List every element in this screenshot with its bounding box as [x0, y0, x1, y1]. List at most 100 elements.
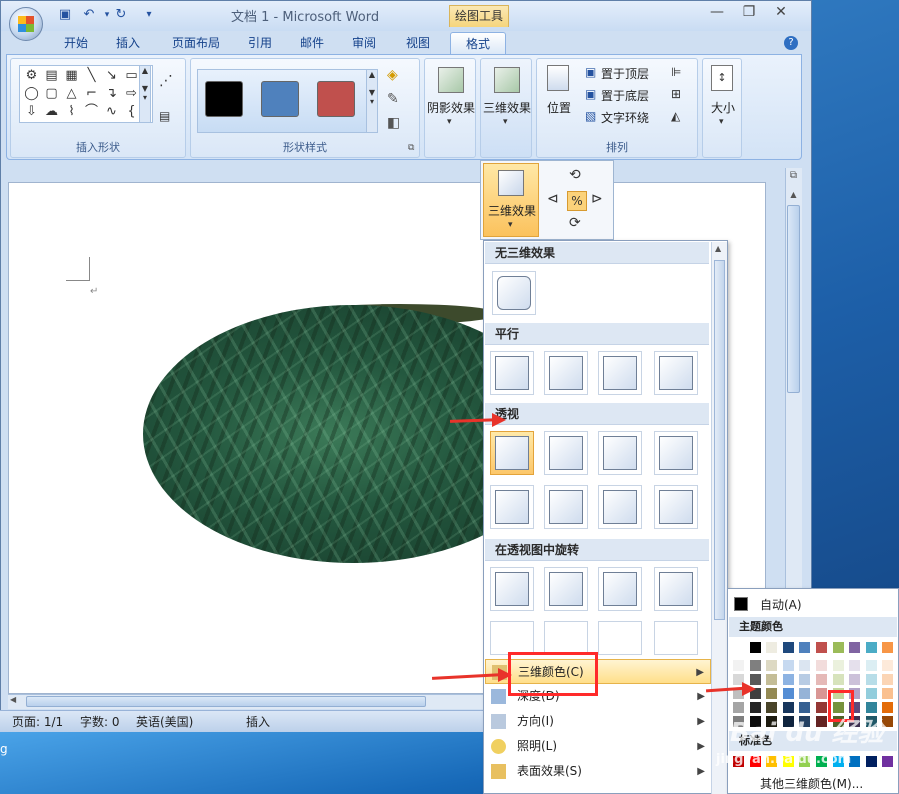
customize-qat-icon[interactable]: ▾ [141, 7, 157, 23]
tab-insert[interactable]: 插入 [104, 32, 152, 54]
scroll-left-icon[interactable]: ◀ [10, 695, 16, 704]
menu-item-lighting[interactable]: 照明(L) ▶ [485, 734, 711, 759]
shape-curve-icon[interactable]: ⌒ [82, 103, 101, 121]
position-button[interactable]: 位置 [541, 99, 577, 116]
edit-points-icon[interactable]: ⋰ [159, 73, 173, 89]
pen-outline-icon[interactable]: ✎ [387, 91, 399, 107]
tab-mailings[interactable]: 邮件 [288, 32, 336, 54]
shape-oval-icon[interactable]: ◯ [22, 85, 41, 103]
preset-perspective-5[interactable] [490, 485, 534, 529]
shape-textbox-icon[interactable]: ▤ [42, 67, 61, 85]
preset-perspective-3[interactable] [598, 431, 642, 475]
tab-review[interactable]: 审阅 [340, 32, 388, 54]
theme-color-1[interactable] [748, 641, 762, 654]
help-icon[interactable]: ? [784, 36, 798, 50]
shape-cloud-icon[interactable]: ☁ [42, 103, 61, 121]
shade-color-r1-7[interactable] [848, 673, 862, 686]
shape-triangle-icon[interactable]: △ [62, 85, 81, 103]
status-insert-mode[interactable]: 插入 [246, 713, 270, 730]
style-swatch-red[interactable] [317, 81, 355, 117]
undo-icon[interactable]: ↶ [81, 7, 97, 23]
theme-color-5[interactable] [815, 641, 828, 654]
preset-perspective-4[interactable] [654, 431, 698, 475]
redo-icon[interactable]: ↻ [113, 7, 129, 23]
shade-color-r1-5[interactable] [815, 673, 828, 686]
preset-rotate-8[interactable] [654, 621, 698, 655]
preset-rotate-2[interactable] [544, 567, 588, 611]
shape-line-icon[interactable]: ╲ [82, 67, 101, 85]
shape-connector-icon[interactable]: ↴ [102, 85, 121, 103]
shade-color-r1-8[interactable] [864, 673, 878, 686]
status-words[interactable]: 字数: 0 [80, 713, 120, 730]
restore-icon[interactable]: ❐ [733, 1, 765, 23]
office-button[interactable] [9, 7, 43, 41]
shade-color-r0-0[interactable] [732, 659, 745, 672]
shade-color-r2-4[interactable] [798, 687, 812, 700]
shade-color-r2-8[interactable] [864, 687, 878, 700]
send-to-back-button[interactable]: 置于底层 [601, 87, 649, 104]
theme-color-8[interactable] [864, 641, 878, 654]
menu-item-direction[interactable]: 方向(I) ▶ [485, 709, 711, 734]
preset-perspective-1[interactable] [490, 431, 534, 475]
group-objects-icon[interactable]: ⊞ [671, 87, 681, 101]
more-3d-colors-option[interactable]: 其他三维颜色(M)... [760, 775, 863, 792]
shape-wave-icon[interactable]: ∿ [102, 103, 121, 121]
align-icon[interactable]: ⊫ [671, 65, 681, 79]
shade-color-r0-7[interactable] [848, 659, 862, 672]
shade-color-r2-9[interactable] [881, 687, 895, 700]
preset-parallel-1[interactable] [490, 351, 534, 395]
minimize-icon[interactable]: — [701, 1, 733, 23]
shade-color-r0-1[interactable] [748, 659, 762, 672]
theme-color-0[interactable] [732, 641, 745, 654]
shape-arrow-line-icon[interactable]: ↘ [102, 67, 121, 85]
shape-down-arrow-icon[interactable]: ⇩ [22, 103, 41, 121]
preset-perspective-8[interactable] [654, 485, 698, 529]
rotate-icon[interactable]: ◭ [671, 109, 680, 123]
shapes-scroll[interactable]: ▲ ▼ ▾ [139, 65, 151, 123]
scroll-up-icon[interactable]: ▲ [787, 190, 800, 202]
shade-color-r1-9[interactable] [881, 673, 895, 686]
shape-grid-icon[interactable]: ▦ [62, 67, 81, 85]
change-shape-icon[interactable]: ◧ [387, 115, 400, 131]
menu-scrollbar[interactable]: ▲ [711, 242, 727, 794]
preset-perspective-2[interactable] [544, 431, 588, 475]
shape-rounded-rect-icon[interactable]: ▢ [42, 85, 61, 103]
shadow-effects-button[interactable]: 阴影效果 [425, 99, 477, 116]
shade-color-r1-6[interactable] [831, 673, 845, 686]
tilt-right-icon[interactable]: ⊳ [591, 191, 603, 207]
save-icon[interactable]: ▣ [57, 7, 73, 23]
shade-color-r0-8[interactable] [864, 659, 878, 672]
ruler-toggle-icon[interactable]: ⧉ [787, 170, 800, 184]
theme-color-6[interactable] [831, 641, 845, 654]
style-swatch-black[interactable] [205, 81, 243, 117]
threed-toggle-icon[interactable]: % [567, 191, 587, 211]
shade-color-r1-3[interactable] [781, 673, 795, 686]
shade-color-r2-3[interactable] [781, 687, 795, 700]
horizontal-scroll-thumb[interactable] [26, 696, 426, 707]
shade-color-r1-4[interactable] [798, 673, 812, 686]
fill-bucket-icon[interactable]: ◈ [387, 67, 398, 83]
threed-effects-ribbon-button[interactable]: 三维效果 [481, 99, 533, 116]
theme-color-9[interactable] [881, 641, 895, 654]
shade-color-r0-5[interactable] [815, 659, 828, 672]
preset-no-3d[interactable] [492, 271, 536, 315]
menu-scroll-up-icon[interactable]: ▲ [715, 244, 721, 253]
preset-rotate-3[interactable] [598, 567, 642, 611]
bring-to-front-button[interactable]: 置于顶层 [601, 65, 649, 82]
shade-color-r0-3[interactable] [781, 659, 795, 672]
tilt-left-icon[interactable]: ⊲ [547, 191, 559, 207]
preset-parallel-2[interactable] [544, 351, 588, 395]
standard-color-8[interactable] [864, 755, 878, 768]
threed-effects-button[interactable]: 三维效果 ▾ [483, 163, 539, 237]
preset-perspective-7[interactable] [598, 485, 642, 529]
size-button[interactable]: 大小 [703, 99, 743, 116]
preset-rotate-5[interactable] [490, 621, 534, 655]
preset-parallel-4[interactable] [654, 351, 698, 395]
shade-color-r0-4[interactable] [798, 659, 812, 672]
shade-color-r0-6[interactable] [831, 659, 845, 672]
text-box-icon[interactable]: ▤ [159, 109, 170, 123]
theme-color-3[interactable] [781, 641, 795, 654]
tab-view[interactable]: 视图 [394, 32, 442, 54]
tab-home[interactable]: 开始 [52, 32, 100, 54]
preset-perspective-6[interactable] [544, 485, 588, 529]
